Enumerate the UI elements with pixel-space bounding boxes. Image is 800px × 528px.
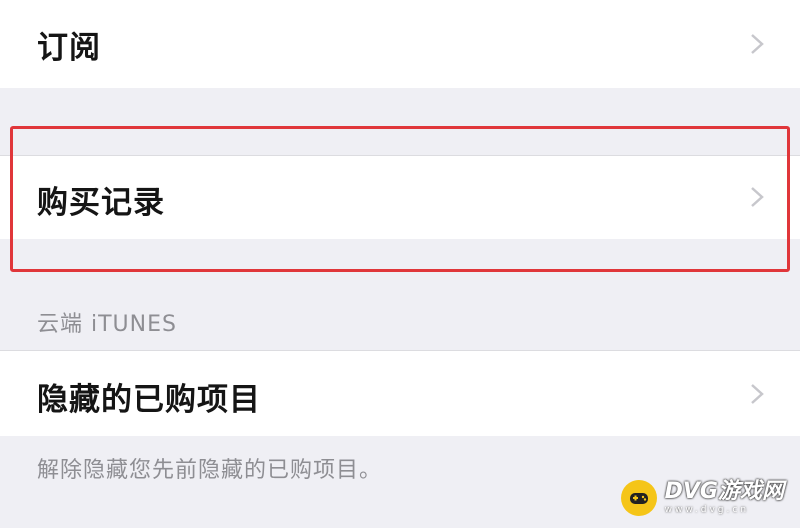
- hidden-purchases-label: 隐藏的已购项目: [37, 382, 261, 418]
- itunes-section-header: 云端 iTUNES: [37, 312, 177, 337]
- separator: [0, 350, 800, 351]
- chevron-right-icon: [748, 383, 766, 405]
- hidden-purchases-footnote: 解除隐藏您先前隐藏的已购项目。: [37, 458, 383, 483]
- gamepad-icon: [620, 480, 657, 516]
- chevron-right-icon: [748, 33, 766, 55]
- watermark-title: DVG游戏网: [664, 479, 784, 504]
- highlight-box: [10, 126, 790, 272]
- subscriptions-label: 订阅: [37, 30, 101, 66]
- watermark: DVG游戏网 www.dvg.cn: [620, 479, 784, 516]
- subscriptions-row[interactable]: 订阅: [0, 0, 800, 88]
- watermark-subtitle: www.dvg.cn: [664, 505, 750, 515]
- hidden-purchases-row[interactable]: 隐藏的已购项目: [0, 350, 800, 436]
